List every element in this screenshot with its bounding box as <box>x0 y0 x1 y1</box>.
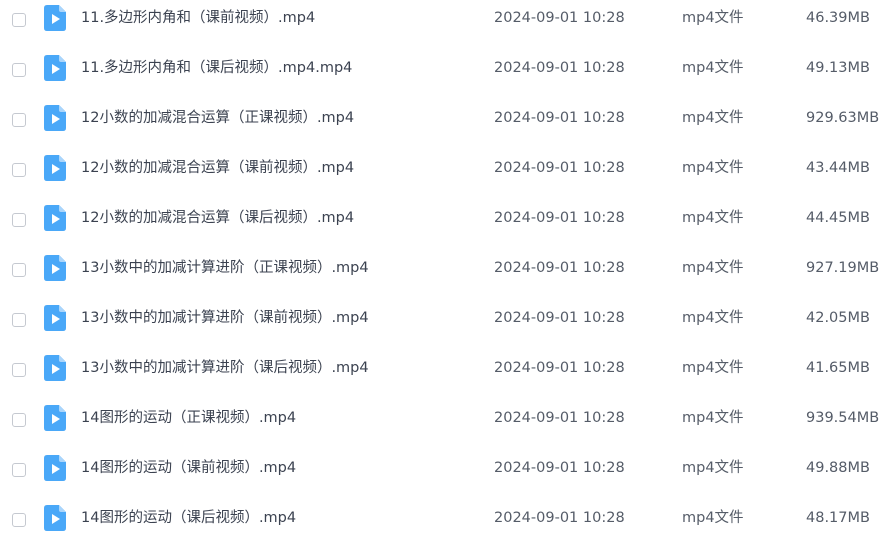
row-checkbox[interactable] <box>12 13 26 27</box>
row-checkbox[interactable] <box>12 463 26 477</box>
row-checkbox[interactable] <box>12 213 26 227</box>
video-file-icon <box>44 455 66 481</box>
file-type: mp4文件 <box>682 160 744 176</box>
file-row[interactable]: 12小数的加减混合运算（课前视频）.mp4 2024-09-01 10:28 m… <box>0 146 891 196</box>
file-name[interactable]: 13小数中的加减计算进阶（课后视频）.mp4 <box>81 358 369 378</box>
modified-time: 2024-09-01 10:28 <box>494 360 625 376</box>
video-file-icon <box>44 205 66 231</box>
file-size: 48.17MB <box>806 510 870 526</box>
modified-time: 2024-09-01 10:28 <box>494 110 625 126</box>
file-name[interactable]: 11.多边形内角和（课前视频）.mp4 <box>81 8 315 28</box>
modified-time: 2024-09-01 10:28 <box>494 510 625 526</box>
file-type: mp4文件 <box>682 60 744 76</box>
file-name[interactable]: 11.多边形内角和（课后视频）.mp4.mp4 <box>81 58 352 78</box>
file-size: 41.65MB <box>806 360 870 376</box>
file-type: mp4文件 <box>682 210 744 226</box>
file-row[interactable]: 12小数的加减混合运算（正课视频）.mp4 2024-09-01 10:28 m… <box>0 96 891 146</box>
file-type: mp4文件 <box>682 260 744 276</box>
file-size: 42.05MB <box>806 310 870 326</box>
file-name[interactable]: 14图形的运动（正课视频）.mp4 <box>81 408 296 428</box>
file-name[interactable]: 14图形的运动（课后视频）.mp4 <box>81 508 296 528</box>
file-size: 929.63MB <box>806 110 880 126</box>
file-size: 44.45MB <box>806 210 870 226</box>
file-name[interactable]: 12小数的加减混合运算（正课视频）.mp4 <box>81 108 354 128</box>
video-file-icon <box>44 55 66 81</box>
file-row[interactable]: 13小数中的加减计算进阶（课后视频）.mp4 2024-09-01 10:28 … <box>0 346 891 396</box>
video-file-icon <box>44 405 66 431</box>
file-type: mp4文件 <box>682 110 744 126</box>
file-size: 43.44MB <box>806 160 870 176</box>
video-file-icon <box>44 155 66 181</box>
modified-time: 2024-09-01 10:28 <box>494 410 625 426</box>
row-checkbox[interactable] <box>12 113 26 127</box>
file-type: mp4文件 <box>682 460 744 476</box>
file-type: mp4文件 <box>682 310 744 326</box>
video-file-icon <box>44 355 66 381</box>
file-size: 46.39MB <box>806 10 870 26</box>
file-row[interactable]: 12小数的加减混合运算（课后视频）.mp4 2024-09-01 10:28 m… <box>0 196 891 246</box>
file-row[interactable]: 14图形的运动（课前视频）.mp4 2024-09-01 10:28 mp4文件… <box>0 446 891 496</box>
row-checkbox[interactable] <box>12 363 26 377</box>
row-checkbox[interactable] <box>12 513 26 527</box>
file-row[interactable]: 14图形的运动（正课视频）.mp4 2024-09-01 10:28 mp4文件… <box>0 396 891 446</box>
video-file-icon <box>44 505 66 531</box>
video-file-icon <box>44 105 66 131</box>
file-name[interactable]: 13小数中的加减计算进阶（正课视频）.mp4 <box>81 258 369 278</box>
row-checkbox[interactable] <box>12 263 26 277</box>
file-row[interactable]: 13小数中的加减计算进阶（课前视频）.mp4 2024-09-01 10:28 … <box>0 296 891 346</box>
file-row[interactable]: 11.多边形内角和（课后视频）.mp4.mp4 2024-09-01 10:28… <box>0 46 891 96</box>
row-checkbox[interactable] <box>12 63 26 77</box>
file-name[interactable]: 13小数中的加减计算进阶（课前视频）.mp4 <box>81 308 369 328</box>
file-row[interactable]: 11.多边形内角和（课前视频）.mp4 2024-09-01 10:28 mp4… <box>0 0 891 46</box>
file-size: 49.88MB <box>806 460 870 476</box>
row-checkbox[interactable] <box>12 313 26 327</box>
modified-time: 2024-09-01 10:28 <box>494 160 625 176</box>
modified-time: 2024-09-01 10:28 <box>494 60 625 76</box>
file-type: mp4文件 <box>682 410 744 426</box>
video-file-icon <box>44 255 66 281</box>
row-checkbox[interactable] <box>12 163 26 177</box>
modified-time: 2024-09-01 10:28 <box>494 460 625 476</box>
modified-time: 2024-09-01 10:28 <box>494 310 625 326</box>
file-type: mp4文件 <box>682 10 744 26</box>
file-list: 11.多边形内角和（课前视频）.mp4 2024-09-01 10:28 mp4… <box>0 0 891 539</box>
video-file-icon <box>44 5 66 31</box>
file-size: 49.13MB <box>806 60 870 76</box>
file-name[interactable]: 14图形的运动（课前视频）.mp4 <box>81 458 296 478</box>
file-type: mp4文件 <box>682 360 744 376</box>
row-checkbox[interactable] <box>12 413 26 427</box>
file-type: mp4文件 <box>682 510 744 526</box>
video-file-icon <box>44 305 66 331</box>
file-name[interactable]: 12小数的加减混合运算（课后视频）.mp4 <box>81 208 354 228</box>
file-name[interactable]: 12小数的加减混合运算（课前视频）.mp4 <box>81 158 354 178</box>
modified-time: 2024-09-01 10:28 <box>494 210 625 226</box>
modified-time: 2024-09-01 10:28 <box>494 10 625 26</box>
modified-time: 2024-09-01 10:28 <box>494 260 625 276</box>
file-size: 927.19MB <box>806 260 880 276</box>
file-size: 939.54MB <box>806 410 880 426</box>
file-row[interactable]: 13小数中的加减计算进阶（正课视频）.mp4 2024-09-01 10:28 … <box>0 246 891 296</box>
